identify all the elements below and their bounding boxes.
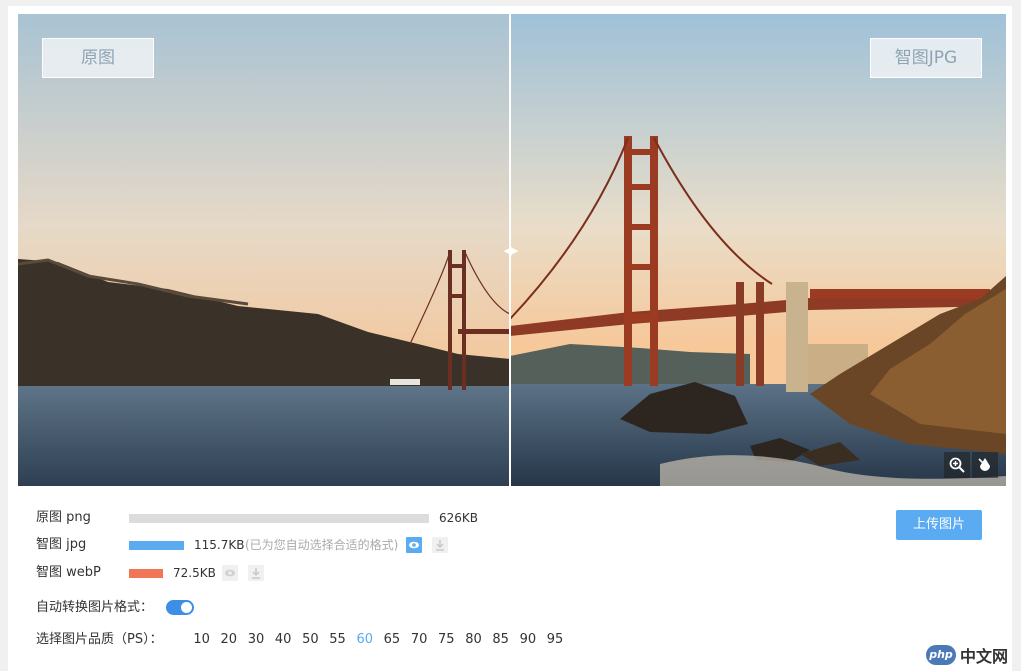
quality-option[interactable]: 40 bbox=[270, 630, 297, 650]
eye-icon[interactable] bbox=[222, 565, 238, 581]
toggle-knob bbox=[181, 602, 192, 613]
quality-option[interactable]: 90 bbox=[514, 630, 541, 650]
quality-option[interactable]: 55 bbox=[324, 630, 351, 650]
stat-row-jpg: 智图 jpg 115.7KB (已为您自动选择合适的格式) bbox=[36, 535, 536, 555]
original-photo bbox=[18, 14, 510, 486]
quality-option[interactable]: 10 bbox=[188, 630, 215, 650]
color-drop-icon[interactable] bbox=[972, 452, 998, 478]
compressed-image-pane bbox=[510, 14, 1006, 486]
quality-option[interactable]: 20 bbox=[215, 630, 242, 650]
quality-option[interactable]: 30 bbox=[242, 630, 269, 650]
watermark: php 中文网 bbox=[926, 642, 1008, 668]
quality-option[interactable]: 65 bbox=[378, 630, 405, 650]
size-value: 115.7KB bbox=[194, 538, 245, 552]
quality-option[interactable]: 85 bbox=[487, 630, 514, 650]
auto-convert-toggle[interactable] bbox=[166, 600, 194, 615]
size-value: 626KB bbox=[439, 511, 479, 525]
size-value: 72.5KB bbox=[173, 566, 216, 580]
compressed-label: 智图JPG bbox=[870, 38, 982, 78]
size-bar-png bbox=[129, 514, 429, 523]
download-icon[interactable] bbox=[248, 565, 264, 581]
auto-convert-label: 自动转换图片格式： bbox=[36, 600, 154, 615]
upload-image-button[interactable]: 上传图片 bbox=[896, 510, 982, 540]
quality-label: 选择图片品质（PS）： bbox=[36, 632, 163, 647]
size-bar-jpg bbox=[129, 541, 184, 550]
quality-options: 10 20 30 40 50 55 60 65 70 75 80 85 90 95 bbox=[188, 630, 569, 650]
original-image-pane bbox=[18, 14, 510, 486]
stat-row-png: 原图 png 626KB bbox=[36, 508, 536, 528]
quality-option[interactable]: 70 bbox=[406, 630, 433, 650]
stat-row-webp: 智图 webP 72.5KB bbox=[36, 563, 536, 583]
stat-label: 原图 png bbox=[36, 510, 91, 525]
size-bar-webp bbox=[129, 569, 163, 578]
image-compare-viewer[interactable]: ◀▶ 原图 智图JPG bbox=[18, 14, 1006, 486]
quality-row: 选择图片品质（PS）： bbox=[36, 630, 186, 650]
auto-convert-row: 自动转换图片格式： bbox=[36, 598, 176, 618]
compressed-photo bbox=[510, 14, 1006, 486]
quality-option[interactable]: 50 bbox=[297, 630, 324, 650]
eye-icon[interactable] bbox=[406, 537, 422, 553]
quality-option[interactable]: 75 bbox=[433, 630, 460, 650]
quality-option[interactable]: 80 bbox=[460, 630, 487, 650]
compressor-card: ◀▶ 原图 智图JPG 原图 png 626KB 智图 jpg 115.7KB … bbox=[8, 6, 1012, 671]
original-label: 原图 bbox=[42, 38, 154, 78]
auto-format-note: (已为您自动选择合适的格式) bbox=[245, 538, 399, 552]
download-icon[interactable] bbox=[432, 537, 448, 553]
divider-arrows-icon[interactable]: ◀▶ bbox=[502, 243, 519, 259]
zoom-in-icon[interactable] bbox=[944, 452, 970, 478]
watermark-logo: php bbox=[926, 645, 956, 665]
watermark-text: 中文网 bbox=[960, 647, 1009, 666]
quality-option[interactable]: 95 bbox=[541, 630, 568, 650]
stat-label: 智图 webP bbox=[36, 565, 101, 580]
stat-label: 智图 jpg bbox=[36, 537, 87, 552]
quality-option[interactable]: 60 bbox=[351, 630, 378, 650]
